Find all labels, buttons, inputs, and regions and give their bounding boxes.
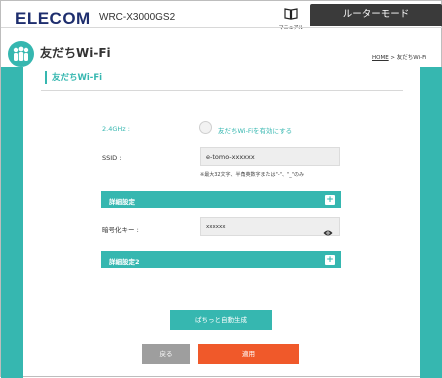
header-divider — [1, 27, 442, 28]
breadcrumb-home[interactable]: HOME — [372, 55, 389, 61]
people-icon — [8, 41, 34, 67]
plus-icon[interactable]: + — [325, 195, 335, 205]
model-name: WRC-X3000GS2 — [99, 12, 176, 23]
ssid-input[interactable]: e-tomo-xxxxxx — [200, 147, 340, 166]
book-icon — [284, 5, 298, 24]
enable-toggle-label[interactable]: 友だちWi-Fiを有効にする — [218, 125, 292, 135]
advanced-settings-label: 詳細設定 — [109, 198, 135, 206]
ssid-note: ※最大32文字、半角英数字または"-"、"_"のみ — [200, 172, 305, 178]
brand-logo: ELECOM — [15, 9, 91, 28]
plus-icon[interactable]: + — [325, 255, 335, 265]
right-side-panel — [420, 67, 442, 378]
left-side-panel — [1, 67, 23, 378]
enable-toggle[interactable] — [199, 121, 212, 134]
section-title-marker — [45, 71, 47, 84]
section-divider — [41, 90, 403, 91]
band-label: 2.4GHz : — [102, 125, 130, 133]
breadcrumb-current: > 友だちWi-Fi — [388, 55, 427, 61]
advanced-settings-bar[interactable]: 詳細設定 + — [101, 191, 341, 208]
apply-button[interactable]: 適用 — [198, 344, 299, 364]
page-title: 友だちWi-Fi — [40, 46, 111, 60]
back-button[interactable]: 戻る — [142, 344, 190, 364]
ssid-label: SSID : — [102, 154, 122, 162]
eye-icon[interactable] — [323, 222, 333, 241]
breadcrumb: HOME > 友だちWi-Fi — [372, 53, 426, 61]
advanced-settings2-label: 詳細設定2 — [109, 258, 140, 266]
section-title: 友だちWi-Fi — [52, 73, 103, 83]
auto-generate-button[interactable]: ぱちっと自動生成 — [170, 310, 272, 330]
encryption-key-label: 暗号化キー : — [102, 226, 139, 234]
mode-tab[interactable]: ルーターモード — [310, 4, 442, 26]
encryption-key-input[interactable]: xxxxxx — [200, 217, 340, 236]
advanced-settings2-bar[interactable]: 詳細設定2 + — [101, 251, 341, 268]
